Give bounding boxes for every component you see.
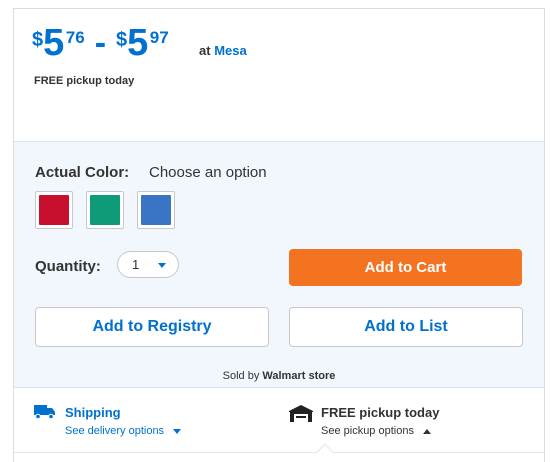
sold-by-text: Sold by Walmart store <box>14 370 544 382</box>
caret-down-icon <box>173 428 182 434</box>
fulfillment-section: Shipping See delivery options FREE picku… <box>14 387 544 462</box>
options-section: Actual Color: Choose an option Quantity:… <box>14 141 544 387</box>
pickup-title: FREE pickup today <box>321 405 440 420</box>
add-to-registry-button[interactable]: Add to Registry <box>35 307 269 347</box>
see-delivery-options-link[interactable]: See delivery options <box>65 425 182 437</box>
store-location: at Mesa <box>199 43 247 58</box>
swatch-fill-red <box>39 195 69 225</box>
quantity-label: Quantity: <box>35 258 101 275</box>
color-selected-value: Choose an option <box>149 164 267 181</box>
price-range: $ 5 76 - $ 5 97 <box>32 23 169 63</box>
free-pickup-label: FREE pickup today <box>34 75 135 87</box>
swatch-fill-green <box>90 195 120 225</box>
chevron-down-icon <box>158 263 166 268</box>
currency-symbol: $ <box>32 29 44 51</box>
price-high-cents: 97 <box>149 28 169 47</box>
store-icon <box>289 405 313 422</box>
color-swatch-blue[interactable] <box>137 191 175 229</box>
shipping-title: Shipping <box>65 405 121 420</box>
store-name-link[interactable]: Mesa <box>214 43 247 58</box>
price-low-cents: 76 <box>65 28 85 47</box>
caret-up-icon <box>423 428 432 434</box>
quantity-select[interactable]: 1 <box>117 251 179 278</box>
see-pickup-options-label: See pickup options <box>321 425 414 437</box>
price-separator: - <box>94 24 107 62</box>
add-to-list-button[interactable]: Add to List <box>289 307 523 347</box>
truck-icon <box>34 405 55 420</box>
swatch-fill-blue <box>141 195 171 225</box>
expanded-pointer <box>316 443 334 461</box>
quantity-value: 1 <box>132 257 140 272</box>
price-high-dollars: 5 <box>127 22 148 64</box>
price-section: $ 5 76 - $ 5 97 at Mesa FREE pickup toda… <box>14 9 544 141</box>
sold-by-prefix: Sold by <box>222 370 260 382</box>
price-low-dollars: 5 <box>43 22 64 64</box>
product-buy-box: $ 5 76 - $ 5 97 at Mesa FREE pickup toda… <box>13 8 545 462</box>
currency-symbol-high: $ <box>116 29 128 51</box>
color-swatch-green[interactable] <box>86 191 124 229</box>
color-swatch-red[interactable] <box>35 191 73 229</box>
add-to-cart-button[interactable]: Add to Cart <box>289 249 522 286</box>
color-label: Actual Color: <box>35 164 130 181</box>
seller-name: Walmart store <box>262 370 336 382</box>
see-delivery-options-label: See delivery options <box>65 425 165 437</box>
divider <box>14 452 544 453</box>
see-pickup-options-link[interactable]: See pickup options <box>321 425 432 437</box>
at-text: at <box>199 43 211 58</box>
